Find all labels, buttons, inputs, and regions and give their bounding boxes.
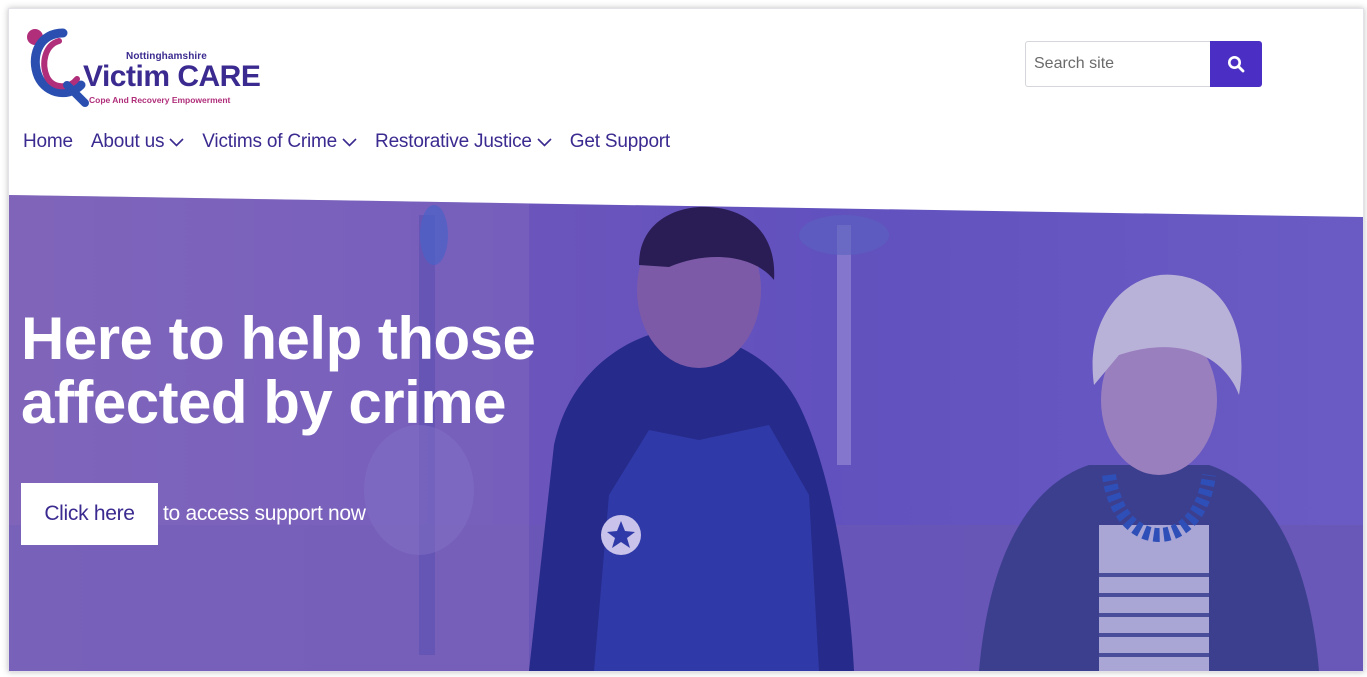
hero-title-line-2: affected by crime <box>21 369 507 436</box>
hero-cta: Click here to access support now <box>21 483 366 545</box>
nav-home[interactable]: Home <box>23 131 73 153</box>
search-icon <box>1228 56 1245 73</box>
search-button[interactable] <box>1210 41 1262 87</box>
click-here-button[interactable]: Click here <box>21 483 158 545</box>
hero-banner: Here to help those affected by crime Cli… <box>9 195 1363 671</box>
nav-victims-of-crime[interactable]: Victims of Crime <box>202 131 357 153</box>
main-nav: Home About us Victims of Crime Restorati… <box>23 131 688 153</box>
nav-restorative-justice-label: Restorative Justice <box>375 131 532 152</box>
nav-restorative-justice[interactable]: Restorative Justice <box>375 131 552 153</box>
nav-get-support[interactable]: Get Support <box>570 131 670 153</box>
nav-home-label: Home <box>23 131 73 152</box>
logo-tagline: Cope And Recovery Empowerment <box>89 95 231 105</box>
search-form <box>1025 41 1262 87</box>
chevron-down-icon <box>537 137 552 147</box>
nav-get-support-label: Get Support <box>569 131 671 152</box>
chevron-down-icon <box>342 137 357 147</box>
chevron-down-icon <box>169 137 184 147</box>
search-input[interactable] <box>1025 41 1210 87</box>
page-frame: Nottinghamshire Victim CARE Cope And Rec… <box>8 8 1364 672</box>
nav-about-us-label: About us <box>90 131 165 152</box>
cta-text: to access support now <box>163 502 366 525</box>
hero-title: Here to help those affected by crime <box>21 305 536 436</box>
site-logo[interactable]: Nottinghamshire Victim CARE Cope And Rec… <box>23 23 263 107</box>
nav-victims-of-crime-label: Victims of Crime <box>202 131 338 152</box>
logo-main-text: Victim CARE <box>83 60 261 93</box>
hero-title-line-1: Here to help those <box>21 305 536 372</box>
nav-about-us[interactable]: About us <box>91 131 184 153</box>
